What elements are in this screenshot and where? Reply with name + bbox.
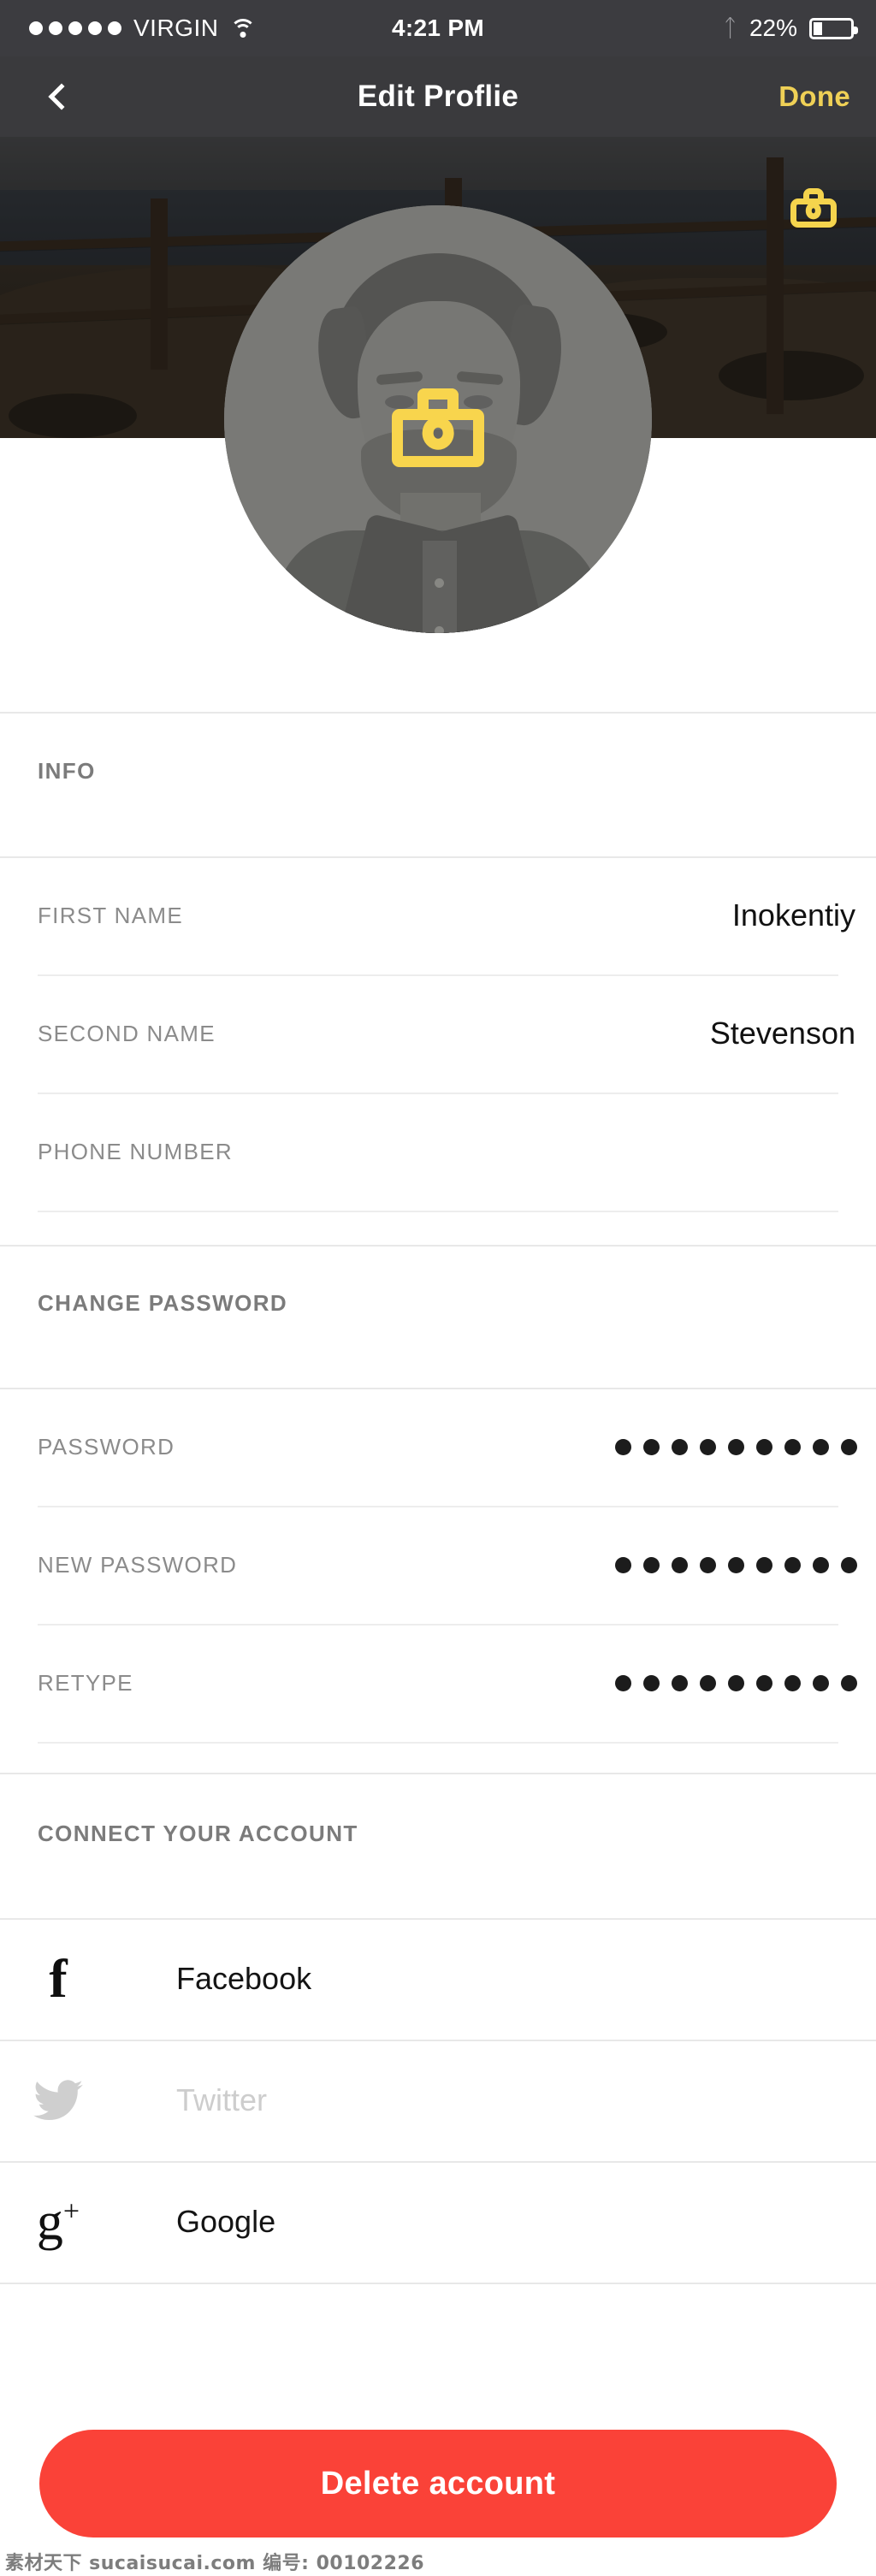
- camera-icon[interactable]: [790, 188, 837, 228]
- account-row-google[interactable]: g+ Google: [0, 2161, 876, 2283]
- row-label: PHONE NUMBER: [38, 1138, 233, 1164]
- section-title: INFO: [38, 758, 96, 784]
- row-label: PASSWORD: [38, 1433, 175, 1460]
- twitter-icon: [22, 2080, 94, 2121]
- row-label: FIRST NAME: [38, 902, 183, 928]
- status-bar-right: ᛏ 22%: [723, 15, 858, 42]
- new-password-input[interactable]: [615, 1556, 857, 1573]
- retype-password-input[interactable]: [615, 1674, 857, 1691]
- account-row-twitter[interactable]: Twitter: [0, 2040, 876, 2161]
- account-label: Twitter: [176, 2082, 268, 2117]
- battery-percent-label: 22%: [749, 15, 797, 41]
- account-label: Google: [176, 2204, 276, 2239]
- row-first-name[interactable]: FIRST NAME Inokentiy: [0, 856, 876, 974]
- row-label: SECOND NAME: [38, 1020, 216, 1046]
- row-retype-password[interactable]: RETYPE: [0, 1624, 876, 1742]
- row-password[interactable]: PASSWORD: [0, 1388, 876, 1506]
- divider: [0, 712, 876, 714]
- divider: [0, 2283, 876, 2284]
- second-name-input[interactable]: Stevenson: [710, 1016, 855, 1051]
- watermark: 素材天下 sucaisucai.com 编号: 00102226: [5, 2553, 425, 2574]
- status-bar: VIRGIN 4:21 PM ᛏ 22%: [0, 0, 876, 56]
- avatar[interactable]: [224, 205, 652, 633]
- delete-account-label: Delete account: [320, 2465, 556, 2502]
- delete-account-button[interactable]: Delete account: [39, 2430, 837, 2538]
- password-input[interactable]: [615, 1438, 857, 1455]
- account-label: Facebook: [176, 1961, 312, 1996]
- password-section-header: CHANGE PASSWORD: [0, 1290, 876, 1333]
- info-section-header: INFO: [0, 758, 876, 801]
- row-second-name[interactable]: SECOND NAME Stevenson: [0, 974, 876, 1093]
- facebook-icon: f: [49, 1948, 68, 2009]
- divider: [0, 1773, 876, 1774]
- first-name-input[interactable]: Inokentiy: [732, 897, 855, 933]
- google-plus-icon: g+: [36, 2193, 80, 2251]
- row-label: RETYPE: [38, 1669, 133, 1696]
- done-button[interactable]: Done: [778, 80, 850, 113]
- connect-section-header: CONNECT YOUR ACCOUNT: [0, 1821, 876, 1863]
- section-title: CONNECT YOUR ACCOUNT: [38, 1821, 358, 1846]
- row-phone-number[interactable]: PHONE NUMBER: [0, 1093, 876, 1211]
- row-label: NEW PASSWORD: [38, 1551, 238, 1578]
- nav-bar: Edit Proflie Done: [0, 56, 876, 137]
- camera-icon[interactable]: [392, 388, 484, 467]
- account-row-facebook[interactable]: f Facebook: [0, 1918, 876, 2040]
- edit-profile-screen: VIRGIN 4:21 PM ᛏ 22% Edit Proflie Done I…: [0, 0, 876, 2576]
- bluetooth-icon: ᛏ: [723, 15, 737, 41]
- row-new-password[interactable]: NEW PASSWORD: [0, 1506, 876, 1624]
- page-title: Edit Proflie: [357, 80, 519, 113]
- section-title: CHANGE PASSWORD: [38, 1290, 288, 1316]
- divider: [38, 1211, 838, 1212]
- divider: [0, 1245, 876, 1247]
- battery-icon: [809, 17, 858, 39]
- divider: [38, 1742, 838, 1744]
